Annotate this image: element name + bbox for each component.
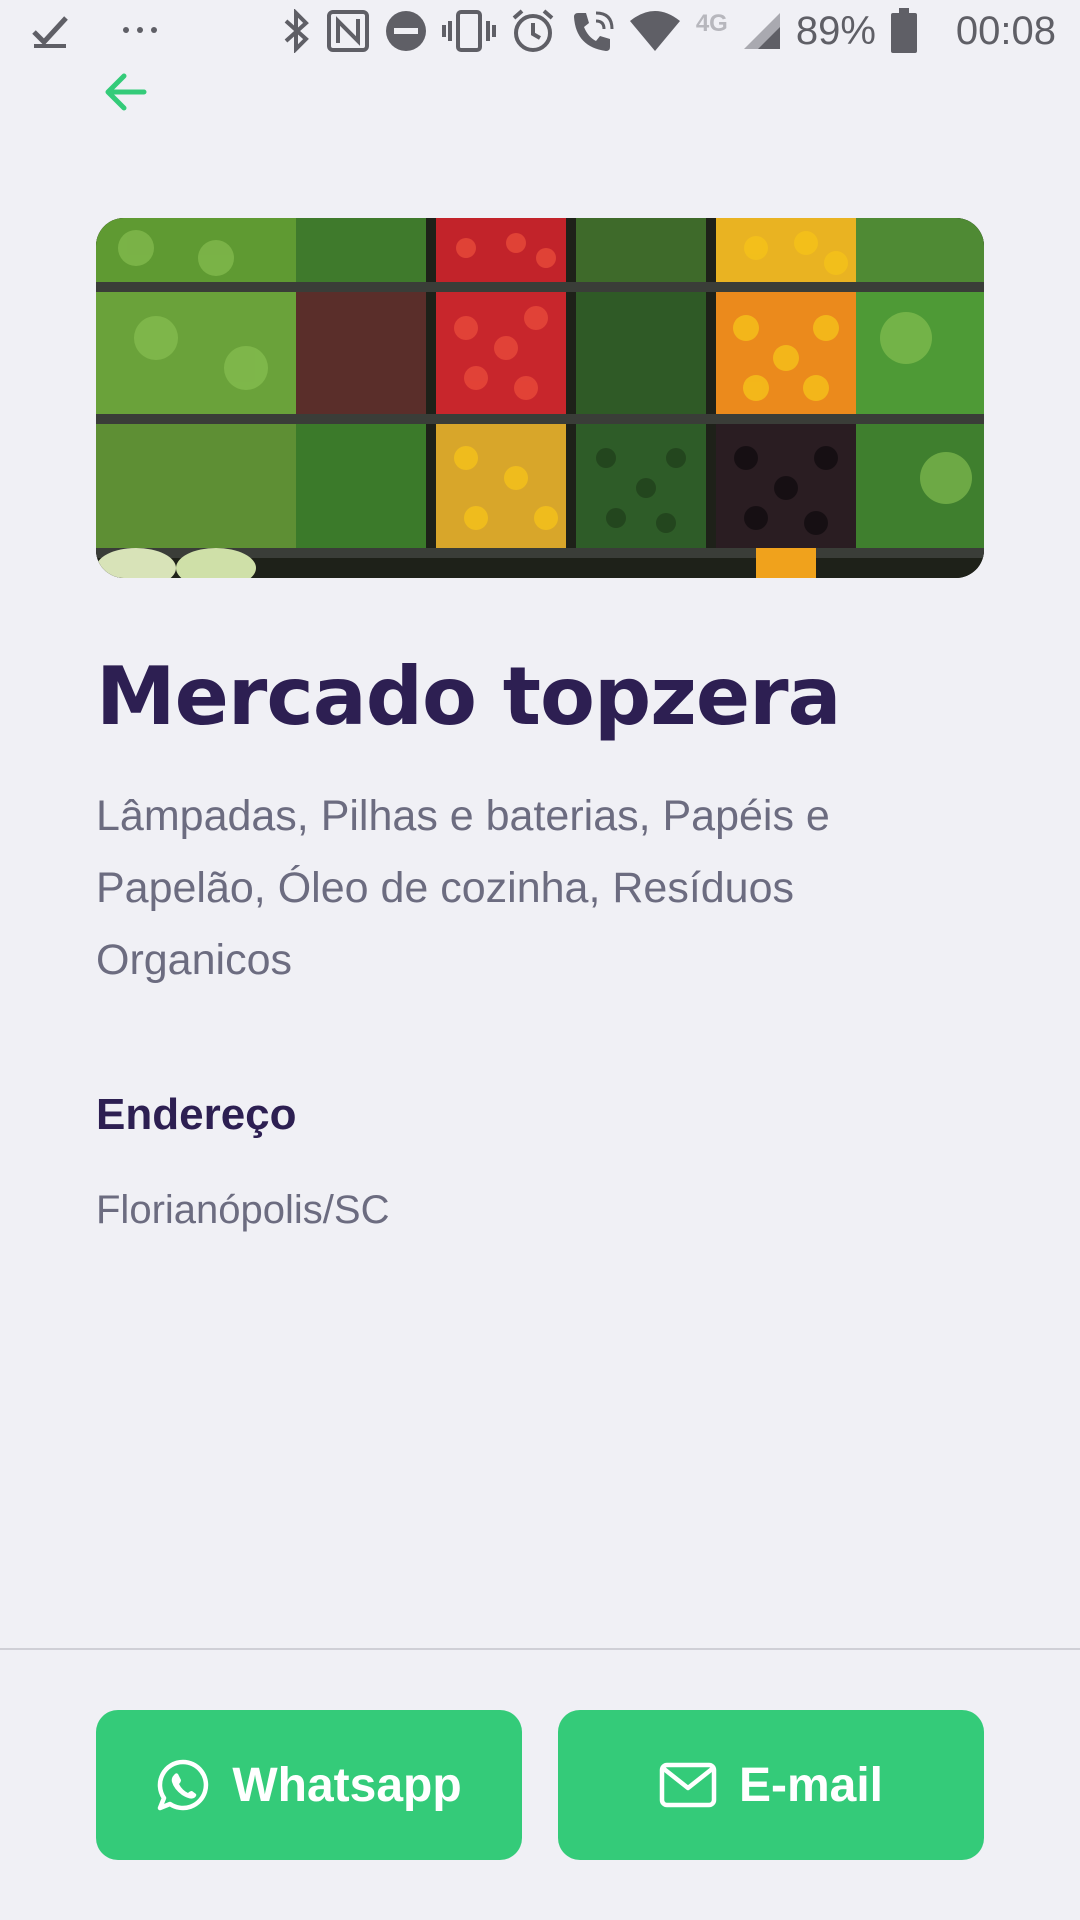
- signal-icon: [742, 11, 782, 51]
- status-bar: 4G 89% 00:08: [0, 0, 1080, 74]
- network-type: 4G: [696, 10, 728, 38]
- email-label: E-mail: [738, 1758, 884, 1812]
- more-icon: [120, 20, 160, 40]
- battery-percent: 89%: [795, 8, 876, 53]
- whatsapp-icon: [156, 1758, 210, 1812]
- bluetooth-icon: [280, 9, 312, 53]
- network-type-label: 4G: [695, 10, 728, 37]
- wifi-icon: [628, 9, 682, 53]
- mail-icon: [659, 1762, 717, 1808]
- email-button[interactable]: E-mail: [558, 1710, 984, 1860]
- arrow-left-icon: [104, 72, 148, 117]
- vibrate-icon: [441, 9, 496, 53]
- item-categories: Lâmpadas, Pilhas e baterias, Papéis e Pa…: [96, 792, 830, 984]
- address-value: Florianópolis/SC: [96, 1188, 390, 1232]
- battery-icon: [890, 8, 918, 54]
- address-label: Endereço: [96, 1090, 297, 1139]
- page-title: Mercado topzera: [96, 650, 842, 743]
- download-done-icon: [30, 10, 70, 50]
- back-button[interactable]: [96, 64, 156, 124]
- dnd-icon: [384, 9, 428, 53]
- clock: 00:08: [955, 8, 1056, 53]
- whatsapp-button[interactable]: Whatsapp: [96, 1710, 522, 1860]
- alarm-icon: [510, 8, 556, 54]
- whatsapp-label: Whatsapp: [232, 1758, 462, 1812]
- footer-divider: [0, 1648, 1080, 1650]
- wifi-call-icon: [570, 9, 614, 53]
- collection-point-image: [96, 218, 984, 578]
- nfc-icon: [326, 9, 370, 53]
